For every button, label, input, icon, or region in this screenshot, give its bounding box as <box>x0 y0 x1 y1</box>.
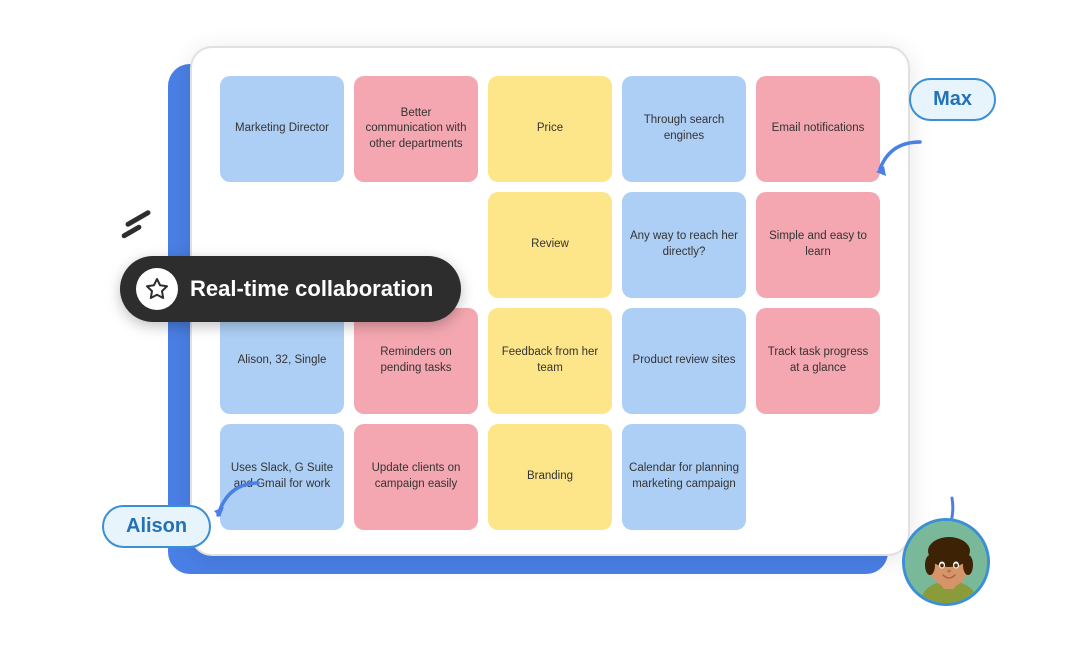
alison-label: Alison <box>102 505 211 548</box>
alison-label-text: Alison <box>126 515 187 537</box>
dash-marks <box>124 216 152 232</box>
sticky-note: Simple and easy to learn <box>756 192 880 298</box>
max-label-text: Max <box>933 88 972 110</box>
sticky-note: Reminders on pending tasks <box>354 308 478 414</box>
dash-mark-2 <box>121 224 143 239</box>
sticky-note: Price <box>488 76 612 182</box>
sticky-note: Better communication with other departme… <box>354 76 478 182</box>
sticky-note: Feedback from her team <box>488 308 612 414</box>
arrow-alison <box>208 473 268 528</box>
scene: Marketing DirectorBetter communication w… <box>60 36 1020 636</box>
sticky-note: Email notifications <box>756 76 880 182</box>
sticky-note: Any way to reach her directly? <box>622 192 746 298</box>
avatar <box>902 518 990 606</box>
sticky-note: Through search engines <box>622 76 746 182</box>
badge-text: Real-time collaboration <box>190 276 433 302</box>
sticky-note: Update clients on campaign easily <box>354 424 478 530</box>
sticky-note: Alison, 32, Single <box>220 308 344 414</box>
max-label: Max <box>909 78 996 121</box>
star-circle <box>136 268 178 310</box>
sticky-note: Marketing Director <box>220 76 344 182</box>
sticky-note <box>756 424 880 530</box>
sticky-note: Review <box>488 192 612 298</box>
sticky-note: Track task progress at a glance <box>756 308 880 414</box>
sticky-note: Product review sites <box>622 308 746 414</box>
arrow-max <box>870 134 930 189</box>
collab-badge: Real-time collaboration <box>120 256 461 322</box>
sticky-note: Calendar for planning marketing campaign <box>622 424 746 530</box>
sticky-note: Branding <box>488 424 612 530</box>
